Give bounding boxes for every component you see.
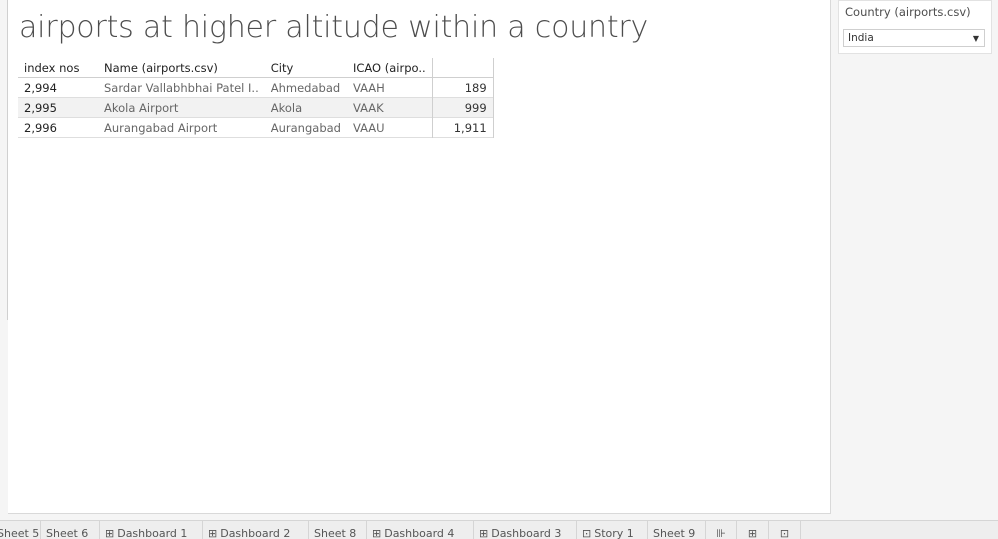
- new-story-icon[interactable]: ⊡: [769, 521, 801, 539]
- tab-label: Sheet 8: [314, 527, 357, 539]
- column-header-name[interactable]: Name (airports.csv): [98, 58, 265, 78]
- tab-sheet-9[interactable]: Sheet 9: [648, 521, 706, 539]
- tab-dashboard-3[interactable]: ⊞ Dashboard 3: [474, 521, 577, 539]
- dashboard-icon: ⊞: [208, 527, 218, 539]
- cell-icao: VAAH: [346, 77, 433, 98]
- tab-dashboard-1[interactable]: ⊞ Dashboard 1: [100, 521, 203, 539]
- table-header-row: index nos Name (airports.csv) City ICAO …: [18, 58, 494, 78]
- filter-selected-value: India: [848, 32, 874, 44]
- table-row[interactable]: 2,995 Akola Airport Akola VAAK 999: [18, 97, 494, 118]
- cell-altitude: 1,911: [432, 117, 494, 138]
- tab-label: Sheet 5: [0, 527, 40, 539]
- tab-dashboard-4[interactable]: ⊞ Dashboard 4: [367, 521, 474, 539]
- dashboard-icon: ⊞: [372, 527, 382, 539]
- cell-icao: VAAU: [346, 117, 433, 138]
- tab-label: Dashboard 3: [491, 527, 562, 539]
- chevron-down-icon[interactable]: ▼: [968, 30, 984, 46]
- cell-city: Aurangabad: [270, 120, 341, 135]
- cell-icao: VAAK: [346, 97, 433, 118]
- tab-label: Sheet 9: [653, 527, 696, 539]
- table-row[interactable]: 2,996 Aurangabad Airport Aurangabad VAAU…: [18, 117, 494, 138]
- cell-city: Ahmedabad: [270, 80, 341, 95]
- cell-city: Akola: [270, 100, 303, 115]
- new-dashboard-icon[interactable]: ⊞: [737, 521, 769, 539]
- story-icon: ⊡: [582, 527, 592, 539]
- tab-story-1[interactable]: ⊡ Story 1: [577, 521, 648, 539]
- table-row[interactable]: 2,994 Sardar Vallabhbhai Patel I.. Ahmed…: [18, 77, 494, 98]
- new-worksheet-icon[interactable]: ⊪: [706, 521, 737, 539]
- cell-altitude: 999: [432, 97, 494, 118]
- column-header-icao[interactable]: ICAO (airpo..: [346, 58, 433, 78]
- tab-sheet-8[interactable]: Sheet 8: [309, 521, 367, 539]
- data-table: index nos Name (airports.csv) City ICAO …: [18, 58, 494, 138]
- column-header-index[interactable]: index nos: [18, 58, 98, 78]
- filter-title: Country (airports.csv): [845, 5, 971, 19]
- tab-sheet-5[interactable]: Sheet 5: [0, 521, 41, 539]
- dashboard-icon: ⊞: [105, 527, 115, 539]
- tab-label: Story 1: [594, 527, 634, 539]
- tab-label: Dashboard 1: [117, 527, 188, 539]
- country-filter-dropdown[interactable]: India ▼: [843, 29, 985, 47]
- cell-name: Aurangabad Airport: [104, 120, 218, 135]
- column-header-city[interactable]: City: [264, 58, 347, 78]
- left-panel-edge: [0, 0, 8, 320]
- dashboard-icon: ⊞: [479, 527, 489, 539]
- cell-index: 2,994: [24, 80, 57, 95]
- tab-label: Dashboard 4: [384, 527, 455, 539]
- sheet-title: airports at higher altitude within a cou…: [19, 10, 649, 45]
- cell-index: 2,996: [24, 120, 57, 135]
- tab-sheet-6[interactable]: Sheet 6: [41, 521, 100, 539]
- column-header-altitude: [432, 58, 494, 78]
- cell-index: 2,995: [24, 100, 57, 115]
- tab-label: Dashboard 2: [220, 527, 291, 539]
- country-filter-card: Country (airports.csv) India ▼: [838, 0, 992, 54]
- cell-altitude: 189: [432, 77, 494, 98]
- tab-dashboard-2[interactable]: ⊞ Dashboard 2: [203, 521, 309, 539]
- cell-name: Sardar Vallabhbhai Patel I..: [104, 80, 259, 95]
- tab-label: Sheet 6: [46, 527, 89, 539]
- cell-name: Akola Airport: [104, 100, 179, 115]
- sheet-tab-bar: Sheet 5 Sheet 6 ⊞ Dashboard 1 ⊞ Dashboard …: [0, 520, 998, 539]
